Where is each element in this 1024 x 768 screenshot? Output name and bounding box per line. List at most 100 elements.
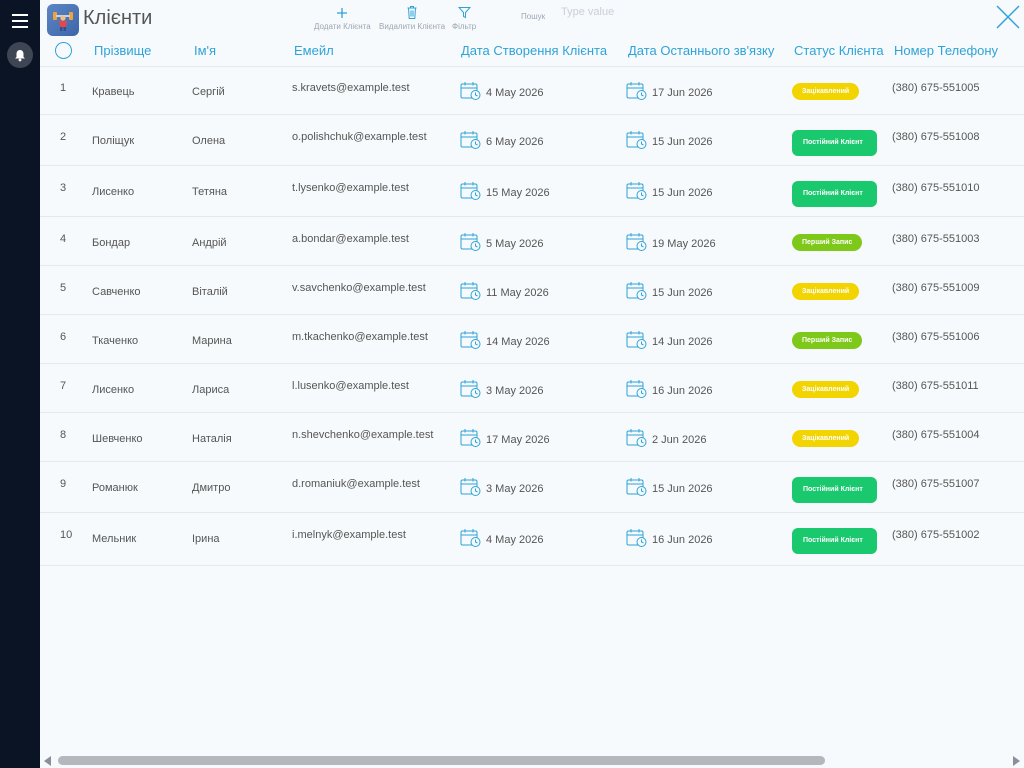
table-row[interactable]: 5 Савченко Віталій v.savchenko@example.test… xyxy=(40,266,1024,315)
email-cell[interactable]: a.bondar@example.test xyxy=(292,233,409,245)
row-number: 6 xyxy=(60,331,67,343)
last-contact-cell: 2 Jun 2026 xyxy=(626,428,706,451)
last-contact-date: 2 Jun 2026 xyxy=(652,433,707,446)
phone-cell: (380) 675-551011 xyxy=(892,380,979,392)
surname-cell: Ткаченко xyxy=(92,335,139,347)
column-header-surname[interactable]: Прізвище xyxy=(94,43,151,58)
status-badge[interactable]: Зацікавлений xyxy=(792,381,860,398)
created-date: 4 May 2026 xyxy=(486,86,544,99)
calendar-clock-icon xyxy=(626,428,652,451)
name-cell: Андрій xyxy=(192,237,227,249)
table-row[interactable]: 6 Ткаченко Марина m.tkachenko@example.test 1… xyxy=(40,315,1024,364)
calendar-clock-icon xyxy=(460,81,486,104)
column-header-phone[interactable]: Номер Телефону xyxy=(894,43,998,58)
email-cell[interactable]: t.lysenko@example.test xyxy=(292,182,409,194)
email-cell[interactable]: l.lusenko@example.test xyxy=(292,380,409,392)
search-input[interactable] xyxy=(559,3,713,21)
last-contact-date: 15 Jun 2026 xyxy=(652,186,713,199)
table-row[interactable]: 9 Романюк Дмитро d.romaniuk@example.test 3 M… xyxy=(40,462,1024,513)
row-number: 10 xyxy=(60,529,73,541)
add-client-button[interactable]: Додати Клієнта xyxy=(314,4,371,31)
filter-button[interactable]: Фільтр xyxy=(452,4,476,31)
bell-icon[interactable] xyxy=(7,42,33,68)
delete-client-label: Видалити Клієнта xyxy=(379,22,446,31)
status-badge[interactable]: Зацікавлений xyxy=(792,83,860,100)
created-date: 5 May 2026 xyxy=(486,237,544,250)
name-cell: Тетяна xyxy=(192,186,228,198)
status-badge[interactable]: Перший Запис xyxy=(792,234,863,251)
table-row[interactable]: 7 Лисенко Лариса l.lusenko@example.test 3 Ma… xyxy=(40,364,1024,413)
delete-client-button[interactable]: Видалити Клієнта xyxy=(379,4,445,31)
email-cell[interactable]: o.polishchuk@example.test xyxy=(292,131,427,143)
scroll-right-arrow-icon[interactable] xyxy=(1012,756,1020,766)
close-icon[interactable] xyxy=(995,4,1021,30)
last-contact-cell: 16 Jun 2026 xyxy=(626,528,713,551)
created-date-cell: 11 May 2026 xyxy=(460,281,549,304)
last-contact-cell: 16 Jun 2026 xyxy=(626,379,713,402)
created-date-cell: 5 May 2026 xyxy=(460,232,543,255)
table-row[interactable]: 3 Лисенко Тетяна t.lysenko@example.test 15 M… xyxy=(40,166,1024,217)
calendar-clock-icon xyxy=(460,379,486,402)
main-area: Клієнти Додати Клієнта Видалити Клієнта … xyxy=(40,0,1024,768)
email-cell[interactable]: s.kravets@example.test xyxy=(292,82,410,94)
status-badge[interactable]: Постійний Клієнт xyxy=(792,181,877,207)
topbar: Клієнти Додати Клієнта Видалити Клієнта … xyxy=(40,0,1024,38)
column-header-email[interactable]: Емейл xyxy=(294,43,334,58)
scrollbar-thumb[interactable] xyxy=(58,756,825,765)
created-date-cell: 14 May 2026 xyxy=(460,330,550,353)
created-date-cell: 15 May 2026 xyxy=(460,181,550,204)
table-row[interactable]: 4 Бондар Андрій a.bondar@example.test 5 May … xyxy=(40,217,1024,266)
name-cell: Сергій xyxy=(192,86,225,98)
created-date-cell: 3 May 2026 xyxy=(460,379,543,402)
filter-icon xyxy=(457,7,471,19)
last-contact-date: 15 Jun 2026 xyxy=(652,135,713,148)
row-number: 1 xyxy=(60,82,67,94)
email-cell[interactable]: i.melnyk@example.test xyxy=(292,529,406,541)
column-header-created[interactable]: Дата Створення Клієнта xyxy=(461,43,607,58)
email-cell[interactable]: v.savchenko@example.test xyxy=(292,282,426,294)
email-cell[interactable]: m.tkachenko@example.test xyxy=(292,331,428,343)
calendar-clock-icon xyxy=(626,281,652,304)
status-badge[interactable]: Зацікавлений xyxy=(792,283,860,300)
row-number: 9 xyxy=(60,478,67,490)
status-badge[interactable]: Перший Запис xyxy=(792,332,863,349)
email-cell[interactable]: d.romaniuk@example.test xyxy=(292,478,420,490)
name-cell: Марина xyxy=(192,335,232,347)
last-contact-date: 17 Jun 2026 xyxy=(652,86,713,99)
name-cell: Віталій xyxy=(192,286,228,298)
table-header: Прізвище Ім'я Емейл Дата Створення Клієн… xyxy=(40,38,1024,67)
calendar-clock-icon xyxy=(626,379,652,402)
name-cell: Лариса xyxy=(192,384,230,396)
scroll-left-arrow-icon[interactable] xyxy=(44,756,52,766)
table-row[interactable]: 8 Шевченко Наталія n.shevchenko@example.tes… xyxy=(40,413,1024,462)
phone-cell: (380) 675-551009 xyxy=(892,282,980,294)
calendar-clock-icon xyxy=(626,232,652,255)
status-badge[interactable]: Постійний Клієнт xyxy=(792,130,877,156)
phone-cell: (380) 675-551008 xyxy=(892,131,980,143)
phone-cell: (380) 675-551005 xyxy=(892,82,980,94)
email-cell[interactable]: n.shevchenko@example.test xyxy=(292,429,433,441)
horizontal-scrollbar[interactable] xyxy=(40,752,1024,768)
select-all-checkbox[interactable] xyxy=(55,42,72,59)
calendar-clock-icon xyxy=(626,81,652,104)
table-body: 1 Кравець Сергій s.kravets@example.test 4 Ma… xyxy=(40,66,1024,566)
status-badge[interactable]: Зацікавлений xyxy=(792,430,860,447)
table-row[interactable]: 1 Кравець Сергій s.kravets@example.test 4 Ma… xyxy=(40,66,1024,115)
last-contact-date: 15 Jun 2026 xyxy=(652,482,713,495)
row-number: 3 xyxy=(60,182,67,194)
last-contact-date: 16 Jun 2026 xyxy=(652,533,713,546)
created-date: 14 May 2026 xyxy=(486,335,550,348)
column-header-status[interactable]: Статус Клієнта xyxy=(794,43,884,58)
table-row[interactable]: 10 Мельник Ірина i.melnyk@example.test 4 May… xyxy=(40,513,1024,566)
phone-cell: (380) 675-551002 xyxy=(892,529,980,541)
last-contact-cell: 15 Jun 2026 xyxy=(626,281,713,304)
status-badge[interactable]: Постійний Клієнт xyxy=(792,528,877,554)
column-header-name[interactable]: Ім'я xyxy=(194,43,216,58)
table-row[interactable]: 2 Поліщук Олена o.polishchuk@example.test 6 … xyxy=(40,115,1024,166)
menu-icon[interactable] xyxy=(12,14,28,28)
column-header-last-contact[interactable]: Дата Останнього зв'язку xyxy=(628,43,774,58)
last-contact-cell: 17 Jun 2026 xyxy=(626,81,713,104)
calendar-clock-icon xyxy=(460,528,486,551)
status-badge[interactable]: Постійний Клієнт xyxy=(792,477,877,503)
last-contact-date: 14 Jun 2026 xyxy=(652,335,713,348)
